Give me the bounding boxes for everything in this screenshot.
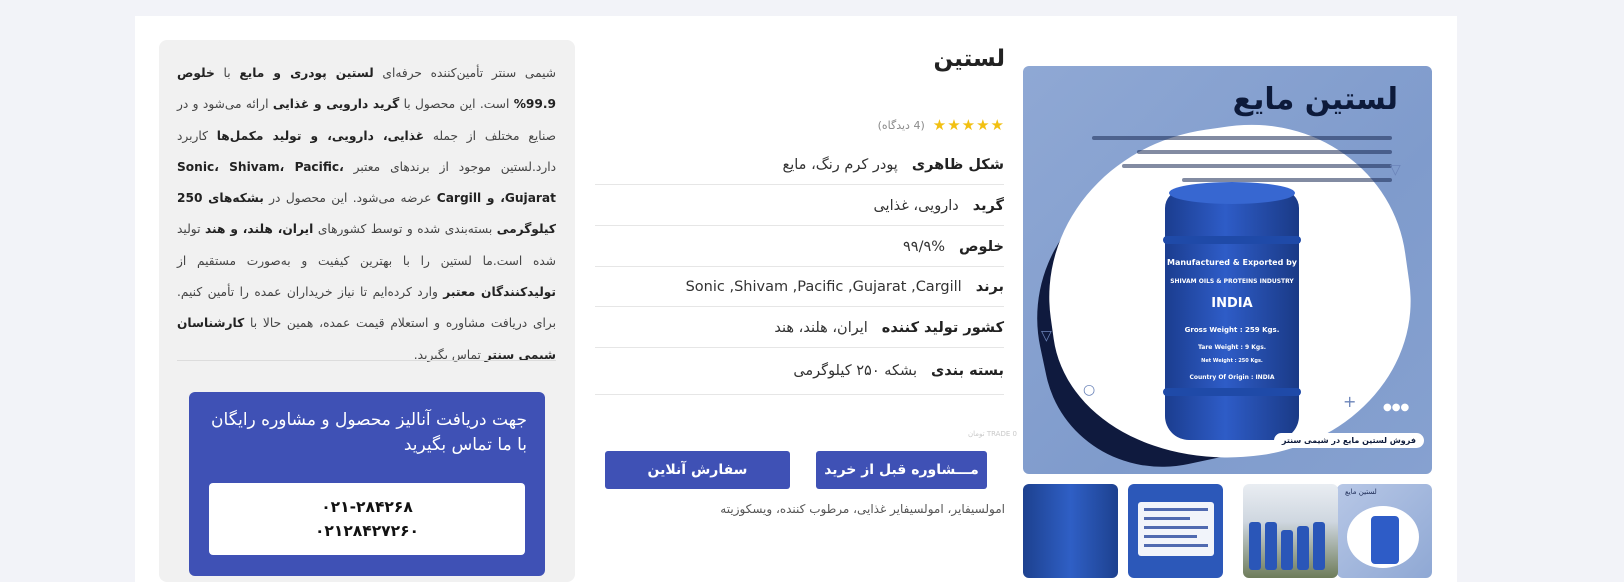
barrel-country: INDIA xyxy=(1211,296,1253,311)
attribute-key: گرید xyxy=(972,197,1004,214)
attribute-purity: خلوص ۹۹/۹% xyxy=(595,227,1004,267)
thumbnail-1[interactable]: لستین مایع xyxy=(1337,484,1432,578)
thumbnail-label: لستین مایع xyxy=(1345,488,1377,496)
barrel-net: Net Weight : 250 Kgs. xyxy=(1201,358,1263,364)
product-main-image[interactable]: لستین مایع Manufactured & Exported by SH… xyxy=(1023,66,1432,474)
divider xyxy=(177,360,556,361)
price-note: 0 TRADE تومان xyxy=(968,430,1017,438)
attribute-packaging: بسته بندی بشکه ۲۵۰ کیلوگرمی xyxy=(595,348,1004,395)
barrel-graphic: Manufactured & Exported by SHIVAM OILS &… xyxy=(1163,182,1301,440)
consult-button[interactable]: مـــشاوره قبل از خرید xyxy=(816,451,987,489)
thumbnail-3[interactable] xyxy=(1128,484,1223,578)
description-box: شیمی سنتر تأمین‌کننده حرفه‌ای لستین پودر… xyxy=(159,40,575,582)
attribute-key: کشور تولید کننده xyxy=(881,319,1004,336)
attribute-value: بشکه ۲۵۰ کیلوگرمی xyxy=(793,363,917,379)
image-title: لستین مایع xyxy=(1232,82,1398,117)
contact-cta: جهت دریافت آنالیز محصول و مشاوره رایگان … xyxy=(189,392,545,576)
phone-number[interactable]: ۰۲۱-۲۸۴۲۶۸ xyxy=(321,495,413,519)
phone-number[interactable]: ۰۲۱۲۸۴۲۷۲۶۰ xyxy=(315,519,419,543)
description-text: شیمی سنتر تأمین‌کننده حرفه‌ای لستین پودر… xyxy=(177,66,557,362)
attribute-appearance: شکل ظاهری پودر کرم رنگ، مایع xyxy=(595,145,1004,185)
barrel-tare: Tare Weight : 9 Kgs. xyxy=(1197,344,1267,351)
rating[interactable]: ★★★★★ (4 دیدگاه) xyxy=(878,116,1005,134)
attribute-key: شکل ظاهری xyxy=(911,156,1004,173)
triangle-icon: ▽ xyxy=(1041,328,1052,344)
attribute-value: ایران، هلند، هند xyxy=(774,319,868,336)
attribute-key: برند xyxy=(975,278,1004,295)
circle-icon: ○ xyxy=(1083,382,1096,398)
order-online-button[interactable]: سفارش آنلاین xyxy=(605,451,790,489)
attribute-value: پودر کرم رنگ، مایع xyxy=(782,156,898,173)
image-caption: فروش لستین مایع در شیمی سنتر xyxy=(1273,433,1424,448)
barrel-line2: SHIVAM OILS & PROTEINS INDUSTRY xyxy=(1170,278,1294,285)
barrel-origin: Country Of Origin : INDIA xyxy=(1189,374,1275,381)
product-tags[interactable]: امولسیفایر، امولسیفایر غذایی، مرطوب کنند… xyxy=(720,502,1005,516)
attribute-key: خلوص xyxy=(959,238,1004,255)
review-count[interactable]: (4 دیدگاه) xyxy=(878,119,925,132)
attribute-value: Sonic ,Shivam ,Pacific ,Gujarat ,Cargill xyxy=(685,278,962,295)
phone-box: ۰۲۱-۲۸۴۲۶۸ ۰۲۱۲۸۴۲۷۲۶۰ xyxy=(209,483,525,555)
attribute-value: دارویی، غذایی xyxy=(873,197,959,214)
dots-icon: ●●● xyxy=(1383,402,1410,413)
thumbnail-4[interactable] xyxy=(1023,484,1118,578)
product-title: لستین xyxy=(933,46,1005,72)
thumbnail-2[interactable] xyxy=(1243,484,1338,578)
barrel-gross: Gross Weight : 259 Kgs. xyxy=(1184,326,1280,334)
attribute-key: بسته بندی xyxy=(931,363,1004,379)
attribute-country: کشور تولید کننده ایران، هلند، هند xyxy=(595,308,1004,348)
star-rating-icon: ★★★★★ xyxy=(932,116,1005,134)
attribute-brand: برند Sonic ,Shivam ,Pacific ,Gujarat ,Ca… xyxy=(595,267,1004,307)
barrel-line1: Manufactured & Exported by xyxy=(1166,258,1298,267)
triangle-icon: ▽ xyxy=(1390,162,1401,178)
plus-icon: + xyxy=(1343,392,1357,411)
attribute-grade: گرید دارویی، غذایی xyxy=(595,186,1004,226)
attribute-value: ۹۹/۹% xyxy=(903,238,946,255)
cta-text: جهت دریافت آنالیز محصول و مشاوره رایگان … xyxy=(211,410,527,455)
